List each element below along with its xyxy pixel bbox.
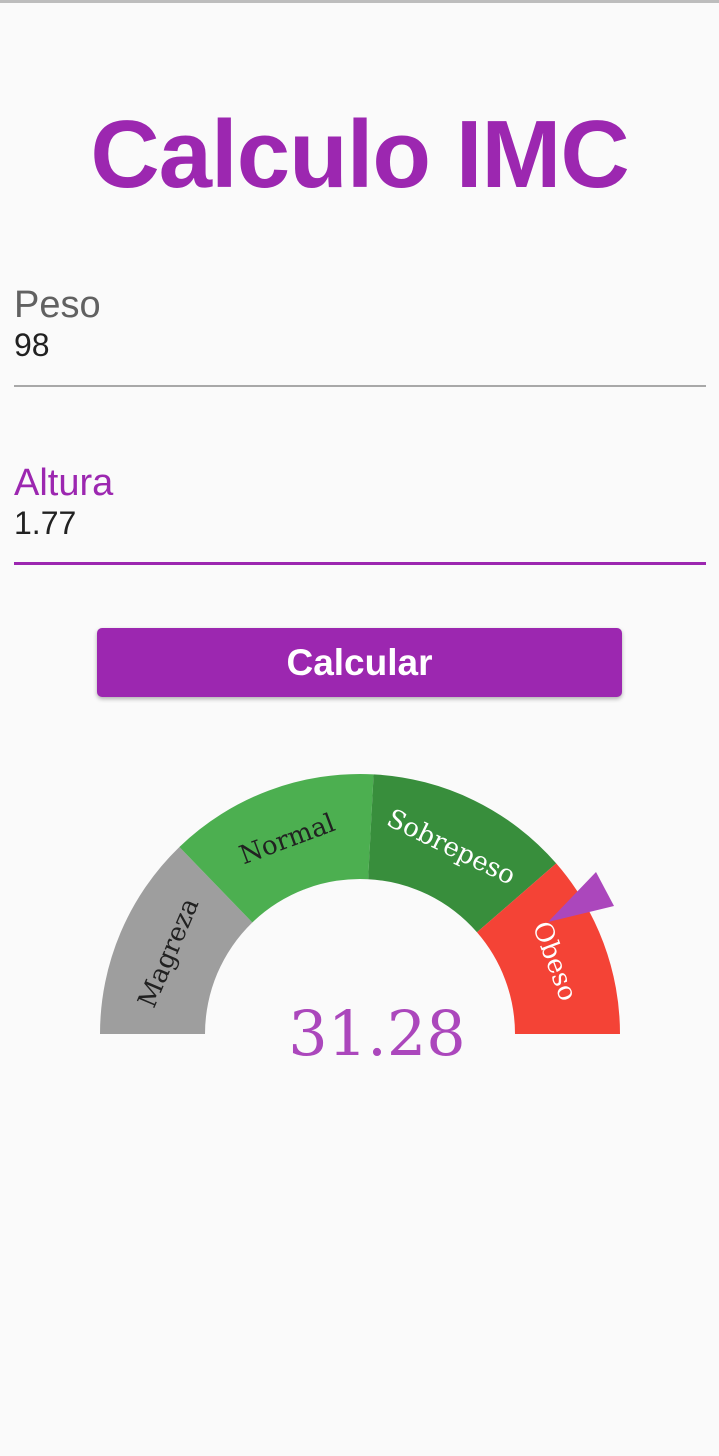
altura-field[interactable]: Altura 1.77 bbox=[14, 461, 706, 569]
peso-underline bbox=[14, 385, 706, 387]
status-divider bbox=[0, 0, 719, 3]
imc-gauge: MagrezaNormal SobrepesoObeso 31.28 bbox=[100, 774, 620, 1070]
imc-value: 31.28 bbox=[288, 997, 466, 1070]
altura-underline bbox=[14, 562, 706, 565]
peso-input[interactable]: 98 bbox=[14, 327, 706, 363]
peso-field[interactable]: Peso 98 bbox=[14, 283, 706, 389]
page-title: Calculo IMC bbox=[90, 101, 629, 208]
altura-input[interactable]: 1.77 bbox=[14, 505, 706, 541]
altura-label: Altura bbox=[14, 462, 114, 504]
calcular-button[interactable]: Calcular bbox=[97, 628, 622, 697]
peso-label: Peso bbox=[14, 284, 101, 326]
